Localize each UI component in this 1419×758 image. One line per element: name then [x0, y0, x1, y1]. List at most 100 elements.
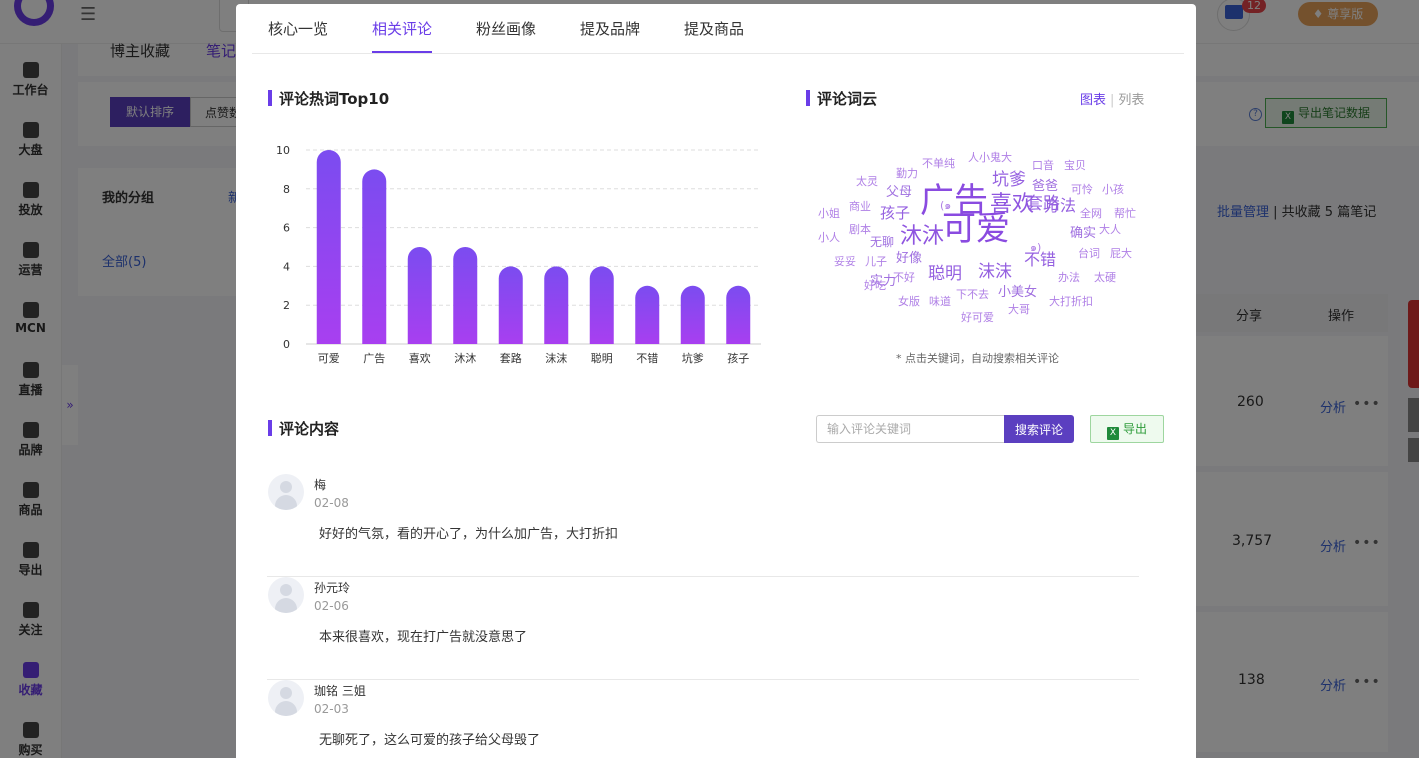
- cloud-word[interactable]: 好像: [896, 252, 922, 265]
- cloud-word[interactable]: 方法: [1044, 198, 1076, 214]
- y-tick-label: 2: [283, 299, 290, 312]
- x-tick-label: 不错: [636, 351, 658, 365]
- y-tick-label: 10: [276, 144, 290, 157]
- bar: [589, 266, 614, 344]
- cloud-word[interactable]: 不错: [1024, 252, 1056, 268]
- excel-icon: X: [1106, 427, 1119, 440]
- cloud-word[interactable]: 可怜: [1071, 184, 1093, 195]
- tab-brands[interactable]: 提及品牌: [580, 18, 640, 39]
- word-cloud: 广告 可爱 喜欢 沐沐 坑爹 套路 方法 孩子 聪明 沫沫 不错 父母 爸爸 确实 好像 小美女 实力 无聊 口音宝…: [812, 144, 1152, 334]
- comment-date: 02-08: [314, 496, 349, 510]
- view-switch: 图表 | 列表: [1080, 93, 1145, 108]
- modal-tab-bar: 核心一览 相关评论 粉丝画像 提及品牌 提及商品: [236, 4, 1196, 54]
- comment-item: 梅 02-08 好好的气氛，看的开心了，为什么加广告，大打折扣: [267, 474, 1139, 577]
- x-tick-label: 聪明: [591, 351, 613, 365]
- bar: [453, 247, 478, 344]
- comment-item: 珈铭 三姐 02-03 无聊死了，这么可爱的孩子给父母毁了: [267, 680, 1139, 758]
- cloud-word[interactable]: 小姐: [818, 208, 840, 219]
- cloud-word[interactable]: 大哥: [1008, 304, 1030, 315]
- cloud-word[interactable]: 聪明: [928, 266, 962, 283]
- cloud-word[interactable]: 爸爸: [1032, 180, 1058, 193]
- comment-text: 本来很喜欢，现在打广告就没意思了: [319, 630, 528, 645]
- tab-products[interactable]: 提及商品: [684, 18, 744, 39]
- cloud-word[interactable]: 台词: [1078, 248, 1100, 259]
- cloud-word[interactable]: 儿子: [865, 256, 887, 267]
- search-comments-button[interactable]: 搜索评论: [1004, 415, 1074, 443]
- cloud-word[interactable]: 办法: [1058, 272, 1080, 283]
- bar: [498, 266, 523, 344]
- x-tick-label: 沐沐: [454, 352, 476, 365]
- cloud-word[interactable]: 勤力: [896, 168, 918, 179]
- cloud-word[interactable]: 太硬: [1094, 272, 1116, 283]
- avatar: [268, 577, 304, 613]
- cloud-word[interactable]: 不好: [893, 272, 915, 283]
- view-list-toggle[interactable]: 列表: [1118, 93, 1144, 108]
- view-chart-toggle[interactable]: 图表: [1080, 93, 1106, 108]
- cloud-word[interactable]: 坑爹: [992, 172, 1026, 189]
- cloud-word[interactable]: ๑): [1030, 242, 1041, 253]
- bar: [544, 266, 569, 344]
- cloud-word[interactable]: 无聊: [870, 236, 894, 248]
- x-tick-label: 坑爹: [682, 351, 704, 365]
- cloud-word[interactable]: 全网: [1080, 208, 1102, 219]
- cloud-word[interactable]: 沐沐: [900, 226, 944, 248]
- y-tick-label: 4: [283, 260, 290, 273]
- tab-overview[interactable]: 核心一览: [268, 18, 328, 39]
- cloud-word[interactable]: 不单纯: [922, 158, 955, 169]
- comment-item: 孙元玲 02-06 本来很喜欢，现在打广告就没意思了: [267, 577, 1139, 680]
- cloud-word[interactable]: 下不去: [956, 289, 989, 300]
- cloud-word[interactable]: 沫沫: [978, 264, 1012, 281]
- bar: [407, 247, 432, 344]
- avatar: [268, 474, 304, 510]
- cloud-word[interactable]: 味道: [929, 296, 951, 307]
- y-tick-label: 8: [283, 183, 290, 196]
- cloud-word[interactable]: 屁大: [1110, 248, 1132, 259]
- y-tick-label: 6: [283, 222, 290, 235]
- word-cloud-hint: * 点击关键词，自动搜索相关评论: [896, 352, 1059, 365]
- bar: [680, 285, 705, 344]
- export-comments-button[interactable]: X 导出: [1090, 415, 1164, 443]
- comment-author: 孙元玲: [314, 581, 351, 595]
- cloud-word[interactable]: 好可爱: [961, 312, 994, 323]
- cloud-word[interactable]: 妥妥: [834, 256, 856, 267]
- comment-text: 无聊死了，这么可爱的孩子给父母毁了: [319, 733, 541, 748]
- comment-search-input[interactable]: [816, 415, 1004, 443]
- cloud-word[interactable]: 父母: [886, 186, 912, 199]
- cloud-word[interactable]: 确实: [1070, 227, 1096, 240]
- cloud-word[interactable]: 商业: [849, 201, 871, 212]
- cloud-word[interactable]: 女版: [898, 296, 920, 307]
- x-tick-label: 可爱: [318, 352, 340, 365]
- cloud-word[interactable]: (๑: [940, 200, 951, 211]
- cloud-word[interactable]: 小人: [818, 232, 840, 243]
- y-tick-label: 0: [283, 338, 290, 351]
- cloud-word[interactable]: 大打折扣: [1049, 296, 1093, 307]
- top10-title: 评论热词Top10: [268, 88, 389, 109]
- cloud-word[interactable]: 小孩: [1102, 184, 1124, 195]
- bar: [362, 169, 387, 344]
- cloud-word[interactable]: 人小鬼大: [968, 152, 1012, 163]
- cloud-word[interactable]: 帮忙: [1114, 208, 1136, 219]
- x-tick-label: 广告: [363, 352, 385, 365]
- avatar: [268, 680, 304, 716]
- comment-date: 02-06: [314, 599, 349, 613]
- export-label: 导出: [1122, 422, 1147, 436]
- tab-divider: [252, 53, 1184, 54]
- tab-fans[interactable]: 粉丝画像: [476, 18, 536, 39]
- cloud-word[interactable]: 大人: [1099, 224, 1121, 235]
- comment-author: 珈铭 三姐: [314, 684, 366, 698]
- x-tick-label: 孩子: [727, 352, 749, 365]
- x-tick-label: 喜欢: [409, 351, 431, 365]
- cloud-word[interactable]: 太灵: [856, 176, 878, 187]
- bar: [316, 150, 341, 344]
- comment-text: 好好的气氛，看的开心了，为什么加广告，大打折扣: [319, 527, 619, 542]
- cloud-word[interactable]: 口音: [1032, 160, 1054, 171]
- bar: [726, 285, 751, 344]
- cloud-word[interactable]: 宝贝: [1064, 160, 1086, 171]
- cloud-word[interactable]: 好吃: [864, 280, 886, 291]
- tab-comments[interactable]: 相关评论: [372, 18, 433, 53]
- comments-title: 评论内容: [268, 418, 339, 439]
- cloud-word[interactable]: 孩子: [880, 206, 910, 221]
- cloud-word[interactable]: 可爱: [942, 212, 1010, 246]
- cloud-word[interactable]: 小美女: [998, 286, 1037, 299]
- cloud-word[interactable]: 剧本: [849, 224, 871, 235]
